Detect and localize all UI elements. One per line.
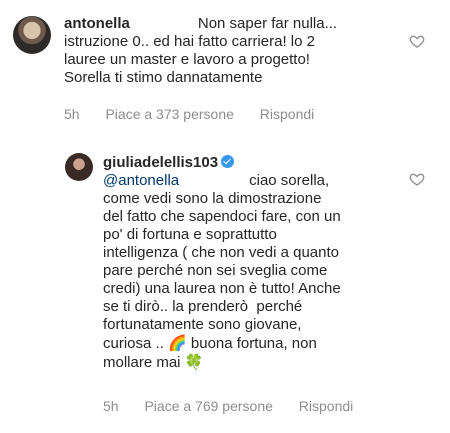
comment-text-line: Non saper far nulla... [197,15,338,32]
heart-icon[interactable] [409,33,425,49]
comment-meta: 5h Piace a 769 persone Rispondi [103,398,375,414]
likes-count[interactable]: Piace a 769 persone [144,398,272,414]
comment-text-line: come vedi sono la dimostrazione [103,190,322,207]
avatar[interactable] [65,153,93,181]
comment-text-line: pare perché non sei sveglia come [103,262,328,279]
four-leaf-clover-icon: 🍀 [184,353,204,371]
comment-text-line: fortunatamente sono giovane, [103,316,302,333]
reply-button[interactable]: Rispondi [260,106,314,122]
timestamp: 5h [64,106,80,122]
comment-text-line: curiosa .. [103,335,164,352]
timestamp: 5h [103,398,119,414]
heart-icon[interactable] [409,171,425,187]
mention-link[interactable]: @antonella [103,172,179,189]
comment-text-line: Sorella ti stimo dannatamente [64,69,263,86]
comment-text-line: credi) una laurea non è tutto! Anche [103,280,341,297]
reply-button[interactable]: Rispondi [299,398,353,414]
comment-text-line: se ti dirò.. la prenderò perché [103,298,303,315]
comment-text-line: po' di fortuna e soprattutto [103,226,277,243]
verified-badge-icon [221,155,235,168]
comment-body: giuliadelellis103 @antonella ciao sorella… [103,154,403,372]
comment-text-line: del fatto che sapendoci fare, con un [103,208,341,225]
comment-text-line: ciao sorella, [249,172,330,189]
comment-text-line: istruzione 0.. ed hai fatto carriera! lo… [64,33,315,50]
avatar[interactable] [13,16,51,54]
comment-text-line: buona fortuna, non [190,335,317,352]
rainbow-emoji-icon: 🌈 [168,334,187,352]
comment-text-line: intelligenza ( che non vedi a quanto [103,244,340,261]
comment-text-line: mollare mai [103,354,181,371]
likes-count[interactable]: Piace a 373 persone [105,106,233,122]
comment-text-line: lauree un master e lavoro a progetto! [64,51,310,68]
comment-body: antonella Non saper far nulla... istruzio… [64,15,404,87]
comment-meta: 5h Piace a 373 persone Rispondi [64,106,336,122]
username[interactable]: antonella [64,15,130,32]
username[interactable]: giuliadelellis103 [103,154,218,171]
